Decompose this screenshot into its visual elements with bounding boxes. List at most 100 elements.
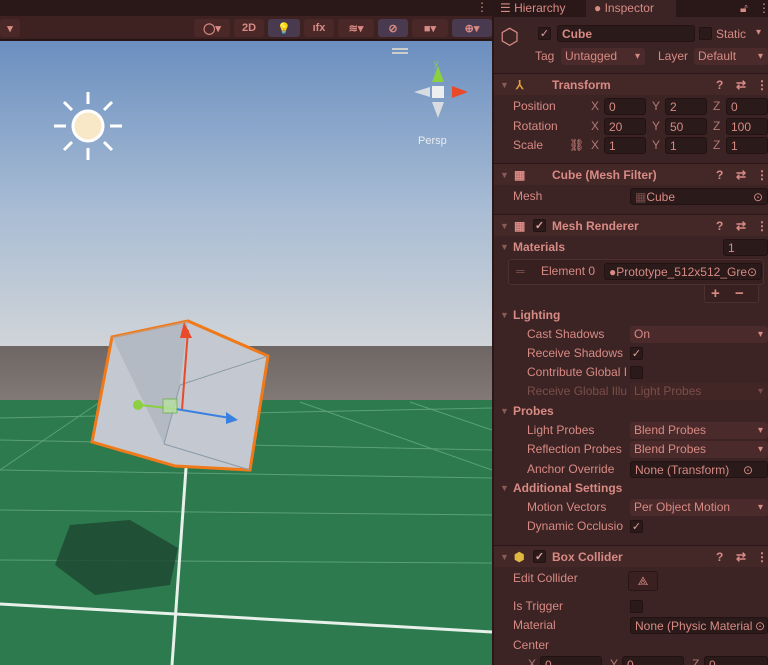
panel-tabs: ☰ Hierarchy ● Inspector 🔓︎ ⋮: [494, 0, 768, 17]
scale-y-input[interactable]: 1: [665, 137, 707, 154]
2d-toggle-button[interactable]: 2D: [234, 19, 264, 37]
cube-object-icon: ⬡: [500, 24, 520, 49]
tab-hierarchy[interactable]: ☰ Hierarchy: [500, 0, 565, 17]
transform-header[interactable]: ▼ ⅄ Transform ? ⇄ ⋮: [494, 73, 768, 95]
physic-material-field[interactable]: None (Physic Material ⊙: [630, 617, 768, 634]
draw-mode-dropdown[interactable]: ▾: [0, 19, 20, 37]
more-icon[interactable]: ⋮: [756, 215, 768, 237]
center-y-input[interactable]: 0: [622, 656, 684, 665]
scene-view[interactable]: y Persp: [0, 41, 492, 665]
help-icon[interactable]: ?: [716, 546, 723, 568]
mesh-row: Mesh ▦Cube ⊙: [494, 187, 768, 206]
scale-x-input[interactable]: 1: [604, 137, 646, 154]
help-icon[interactable]: ?: [716, 74, 723, 96]
info-icon: ●: [594, 1, 605, 15]
mesh-filter-icon: ▦: [514, 168, 526, 182]
mesh-renderer-enabled-checkbox[interactable]: ✓: [533, 219, 546, 232]
layer-label: Layer: [658, 49, 689, 63]
effects-dropdown-icon[interactable]: ≋▾: [338, 19, 374, 37]
is-trigger-row: Is Trigger: [494, 597, 768, 616]
scale-z-input[interactable]: 1: [726, 137, 768, 154]
rotation-z-input[interactable]: 100: [726, 118, 768, 135]
lock-icon[interactable]: 🔓︎: [740, 0, 748, 17]
audio-toggle-icon[interactable]: ıfx: [304, 19, 334, 37]
additional-settings-section[interactable]: ▼ Additional Settings: [494, 479, 768, 498]
static-label: Static: [716, 27, 747, 41]
probes-section[interactable]: ▼ Probes: [494, 402, 768, 421]
center-row: X0 Y0 Z0: [494, 655, 768, 665]
gizmos-dropdown-icon[interactable]: ⊕▾: [452, 19, 492, 37]
layer-dropdown[interactable]: Default: [694, 48, 768, 65]
more-menu-icon[interactable]: ⋮: [758, 0, 768, 17]
rotation-x-input[interactable]: 20: [604, 118, 646, 135]
cast-shadows-dropdown[interactable]: On: [630, 326, 768, 343]
constrain-proportions-icon[interactable]: ⛓: [569, 136, 584, 155]
sky: [0, 41, 492, 346]
more-icon[interactable]: ⋮: [756, 164, 768, 186]
tab-inspector[interactable]: ● Inspector: [586, 0, 676, 17]
more-icon[interactable]: ⋮: [756, 74, 768, 96]
position-row: Position X0 Y2 Z0: [494, 97, 768, 116]
more-menu-icon[interactable]: ⋮: [476, 0, 488, 14]
presets-icon[interactable]: ⇄: [736, 546, 746, 568]
mesh-filter-header[interactable]: ▼ ▦ Cube (Mesh Filter) ? ⇄ ⋮: [494, 163, 768, 185]
is-trigger-checkbox[interactable]: [630, 600, 643, 613]
position-y-input[interactable]: 2: [665, 98, 707, 115]
camera-dropdown-icon[interactable]: ■▾: [412, 19, 448, 37]
object-picker-icon[interactable]: ⊙: [754, 618, 765, 633]
material-row: Material None (Physic Material ⊙: [494, 616, 768, 635]
mesh-renderer-icon: ▦: [514, 219, 526, 233]
center-label-row: Center: [513, 638, 550, 652]
object-name-input[interactable]: Cube: [557, 25, 695, 42]
scene-visibility-icon[interactable]: ⊘: [378, 19, 408, 37]
box-collider-enabled-checkbox[interactable]: ✓: [533, 550, 546, 563]
material-element-0-field[interactable]: ●Prototype_512x512_Gre ⊙: [604, 263, 762, 280]
object-picker-icon[interactable]: ⊙: [746, 264, 757, 279]
edit-bounds-icon: ⟁: [637, 574, 649, 588]
anchor-override-field[interactable]: None (Transform) ⊙: [630, 461, 768, 478]
reflection-probes-dropdown[interactable]: Blend Probes: [630, 441, 768, 458]
remove-element-button[interactable]: −: [735, 285, 744, 302]
edit-collider-button[interactable]: ⟁: [628, 571, 658, 591]
persp-label[interactable]: Persp: [418, 135, 447, 147]
receive-shadows-checkbox[interactable]: ✓: [630, 347, 643, 360]
contribute-gi-checkbox[interactable]: [630, 366, 643, 379]
list-buttons: + −: [704, 284, 759, 303]
center-x-input[interactable]: 0: [540, 656, 602, 665]
presets-icon[interactable]: ⇄: [736, 164, 746, 186]
rotation-y-input[interactable]: 50: [665, 118, 707, 135]
drag-handle-icon[interactable]: ═: [516, 262, 525, 281]
active-checkbox[interactable]: ✓: [538, 27, 551, 40]
light-probes-dropdown[interactable]: Blend Probes: [630, 422, 768, 439]
lighting-toggle-icon[interactable]: 💡: [268, 19, 300, 37]
scene-tab-bar: ⋮: [0, 0, 492, 16]
object-picker-icon[interactable]: ⊙: [753, 189, 763, 206]
add-element-button[interactable]: +: [711, 285, 720, 302]
materials-size-input[interactable]: 1: [723, 239, 768, 256]
selected-cube[interactable]: [90, 319, 270, 472]
motion-vectors-dropdown[interactable]: Per Object Motion: [630, 499, 768, 516]
dynamic-occlusion-checkbox[interactable]: ✓: [630, 520, 643, 533]
lighting-section[interactable]: ▼ Lighting: [494, 306, 768, 325]
position-z-input[interactable]: 0: [726, 98, 768, 115]
mesh-renderer-header[interactable]: ▼ ▦ ✓ Mesh Renderer ? ⇄ ⋮: [494, 214, 768, 236]
static-dropdown-icon[interactable]: ▾: [756, 27, 761, 38]
help-icon[interactable]: ?: [716, 215, 723, 237]
rotation-row: Rotation X 20 Y 50 Z 100: [494, 117, 768, 136]
more-icon[interactable]: ⋮: [756, 546, 768, 568]
box-collider-header[interactable]: ▼ ⬢ ✓ Box Collider ? ⇄ ⋮: [494, 545, 768, 567]
dynamic-occlusion-row: Dynamic Occlusio ✓: [527, 519, 643, 533]
gizmo-y-label: y: [434, 58, 439, 68]
object-picker-icon[interactable]: ⊙: [743, 462, 753, 479]
presets-icon[interactable]: ⇄: [736, 74, 746, 96]
tag-dropdown[interactable]: Untagged: [561, 48, 645, 65]
mesh-object-field[interactable]: ▦Cube ⊙: [630, 188, 768, 205]
presets-icon[interactable]: ⇄: [736, 215, 746, 237]
center-z-input[interactable]: 0: [704, 656, 768, 665]
shading-mode-dropdown[interactable]: ◯▾: [194, 19, 230, 37]
static-checkbox[interactable]: [699, 27, 712, 40]
cast-shadows-row: Cast Shadows On: [494, 325, 768, 344]
materials-row[interactable]: ▼ Materials 1: [494, 238, 768, 257]
position-x-input[interactable]: 0: [604, 98, 646, 115]
help-icon[interactable]: ?: [716, 164, 723, 186]
